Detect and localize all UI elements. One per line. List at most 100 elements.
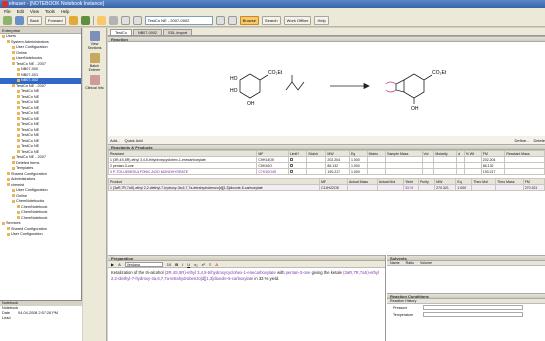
table-cell[interactable]: 190.217 [325, 168, 350, 175]
table-cell[interactable]: C14H22O5 [319, 184, 348, 191]
help-button[interactable]: Help [314, 16, 329, 25]
previous-page-icon[interactable] [132, 16, 142, 25]
table-cell[interactable] [471, 184, 497, 191]
table-cell[interactable] [463, 168, 482, 175]
new-icon[interactable] [3, 16, 12, 25]
limit-checkbox[interactable] [287, 168, 308, 175]
reactant-row[interactable]: 3 P-TOLUENESULFONIC ACID MONOHYDRATE C7H1… [107, 168, 545, 175]
table-cell[interactable] [433, 168, 458, 175]
align-left-icon[interactable]: ≡ [209, 262, 211, 267]
explorer-panel: Enterprise Users System Administrators Use… [0, 28, 82, 300]
table-cell[interactable] [456, 168, 465, 175]
temperature-label: Temperature [393, 312, 414, 317]
table-cell[interactable] [504, 168, 545, 175]
tree-item-label: Administrators [11, 177, 36, 181]
folder-icon [17, 128, 20, 131]
lock-icon[interactable] [108, 16, 118, 25]
font-icon[interactable]: A [118, 262, 121, 267]
preparation-text[interactable]: Ketalization of the tri-alcohol (3R,4S,5… [108, 268, 385, 283]
next-page-icon[interactable] [215, 16, 225, 25]
tree-item-label: ChemNotebook [21, 204, 48, 209]
folder-icon [17, 144, 20, 148]
browse-button[interactable]: Browse [239, 16, 259, 25]
table-cell[interactable] [306, 168, 327, 175]
compound-link[interactable]: (3R,4S,5R)-ethyl 3,4,5-trihydroxycyclohe… [165, 270, 276, 275]
refresh-icon[interactable] [80, 16, 90, 25]
section-toolstrip: View Sections Batch Enterer Clinical Inf… [83, 28, 107, 341]
italic-icon[interactable]: I [182, 262, 183, 267]
table-cell[interactable]: 270.321 [434, 184, 457, 191]
product-ester-label: CO₂Et [432, 70, 447, 76]
menu-file[interactable]: File [4, 8, 11, 15]
bold-icon[interactable]: B [175, 262, 178, 267]
pressure-label: Pressure [393, 305, 408, 310]
table-cell[interactable] [417, 184, 436, 191]
menu-tools[interactable]: Tools [45, 8, 55, 15]
folder-icon [12, 199, 15, 203]
first-page-icon[interactable] [120, 16, 130, 25]
tree-item-label: TestCo NE [21, 89, 40, 93]
table-cell[interactable]: C7H10O4S [256, 168, 289, 175]
open-icon[interactable] [15, 16, 24, 25]
folder-icon [17, 205, 20, 208]
folder-icon [17, 106, 20, 109]
define-button[interactable]: Define... [515, 138, 530, 143]
sm-label-oh: OH [247, 101, 255, 107]
back-button[interactable]: Back [27, 16, 42, 25]
tree-item[interactable]: User Configuration [0, 232, 81, 238]
forward-button[interactable]: Forward [44, 16, 66, 25]
tree-item-label: Templates [16, 166, 34, 170]
table-cell[interactable] [346, 184, 378, 191]
compound-link[interactable]: pentan-3-one [286, 270, 311, 275]
temperature-field[interactable] [423, 312, 523, 317]
table-cell[interactable]: 1.000 [455, 184, 473, 191]
delete-button[interactable]: Delete [533, 138, 545, 143]
menu-bar: File Edit View Tools Help [0, 8, 545, 15]
folder-icon [7, 183, 10, 186]
table-cell[interactable]: 270.321 [522, 184, 545, 191]
bullet-icon[interactable]: ▶ [111, 262, 114, 267]
temperature-row: Temperature [387, 311, 545, 318]
tab-testco[interactable]: TestCo [110, 29, 132, 35]
quick-add-button[interactable]: Quick Add [124, 138, 142, 143]
table-cell[interactable] [495, 184, 524, 191]
subscript-icon[interactable]: x₂ [194, 262, 198, 267]
browse-mode-icon[interactable] [96, 16, 106, 25]
product-row[interactable]: 1 (3aR,7R,7aS)-ethyl 2,2-diethyl-7-hydro… [107, 184, 545, 191]
last-page-icon[interactable] [227, 16, 237, 25]
table-cell[interactable] [421, 168, 435, 175]
folder-icon [17, 210, 20, 214]
tree-item-label: Services [6, 221, 21, 225]
clinical-info-button[interactable]: Clinical Info [85, 75, 105, 90]
home-icon[interactable] [68, 16, 78, 25]
tab-nb07-0002[interactable]: NB07-0002 [132, 29, 163, 35]
font-select[interactable]: Verdana [124, 261, 163, 267]
view-sections-button[interactable]: View Sections [85, 31, 105, 50]
menu-help[interactable]: Help [61, 8, 70, 15]
search-button[interactable]: Search [261, 16, 281, 25]
folder-icon [7, 227, 10, 230]
superscript-icon[interactable]: x² [202, 262, 205, 267]
table-cell[interactable]: 1 (3aR,7R,7aS)-ethyl 2,2-diethyl-7-hydro… [107, 184, 321, 191]
table-cell[interactable]: 3 P-TOLUENESULFONIC ACID MONOHYDRATE [107, 168, 258, 175]
batch-enterer-button[interactable]: Batch Enterer [85, 53, 105, 72]
menu-view[interactable]: View [30, 8, 39, 15]
menu-edit[interactable]: Edit [17, 8, 24, 15]
work-offline-button[interactable]: Work Offline [283, 16, 312, 25]
clinical-info-label: Clinical Info [85, 86, 104, 90]
color-icon[interactable]: A [215, 262, 218, 267]
underline-icon[interactable]: U [187, 262, 190, 267]
table-cell[interactable] [366, 168, 387, 175]
table-cell[interactable]: 1.000 [348, 168, 368, 175]
pressure-field[interactable] [423, 305, 523, 310]
add-button[interactable]: Add... [110, 138, 120, 143]
tab-sdl-import[interactable]: SDL Import [163, 29, 193, 35]
table-cell[interactable] [376, 184, 405, 191]
size-select[interactable]: 10 [167, 262, 171, 267]
reaction-drawing[interactable]: HO HO OH CO₂Et CO₂Et OH [108, 42, 545, 136]
folder-icon [12, 62, 15, 65]
location-field[interactable]: TestCo NE - 2007-0002 [144, 16, 213, 25]
table-cell[interactable]: 33.% [403, 184, 419, 191]
table-cell[interactable]: 190.217 [480, 168, 506, 175]
table-cell[interactable] [385, 168, 423, 175]
